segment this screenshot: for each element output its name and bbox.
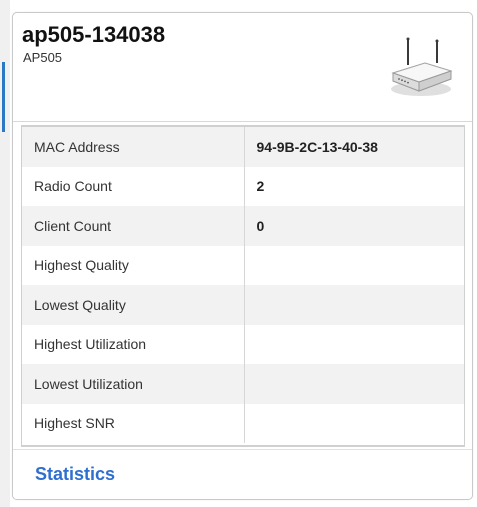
row-value: 94-9B-2C-13-40-38 (244, 127, 464, 167)
row-value (244, 403, 464, 443)
row-value: 0 (244, 206, 464, 246)
row-label: Highest Utilization (22, 324, 245, 364)
row-label: Lowest Utilization (22, 364, 245, 404)
left-panel-edge (0, 0, 10, 507)
card-header: ap505-134038 AP505 (13, 13, 472, 122)
row-label: Client Count (22, 206, 245, 246)
window-frame: ap505-134038 AP505 MAC Address 94-9B-2C-… (0, 0, 477, 507)
device-model: AP505 (23, 50, 63, 65)
row-value (244, 364, 464, 404)
table-row: Highest Utilization (22, 324, 464, 364)
row-value (244, 324, 464, 364)
wireless-router-icon (391, 37, 453, 96)
device-name: ap505-134038 (22, 22, 166, 47)
row-value (244, 285, 464, 325)
row-label: Radio Count (22, 166, 245, 206)
table-row: Client Count 0 (22, 206, 464, 246)
row-value: 2 (244, 166, 464, 206)
table-row: Radio Count 2 (22, 166, 464, 206)
table-row: Lowest Quality (22, 285, 464, 325)
statistics-link[interactable]: Statistics (35, 464, 115, 485)
row-label: Highest Quality (22, 245, 245, 285)
row-label: Highest SNR (22, 403, 245, 443)
row-value (244, 245, 464, 285)
table-row: MAC Address 94-9B-2C-13-40-38 (22, 127, 464, 167)
card-footer: Statistics (13, 449, 472, 499)
row-label: MAC Address (22, 127, 245, 167)
left-selection-marker (2, 62, 5, 132)
table-row: Highest SNR (22, 403, 464, 443)
table-row: Lowest Utilization (22, 364, 464, 404)
device-details-card: ap505-134038 AP505 MAC Address 94-9B-2C-… (12, 12, 473, 500)
table-row: Highest Quality (22, 245, 464, 285)
row-label: Lowest Quality (22, 285, 245, 325)
device-details-table: MAC Address 94-9B-2C-13-40-38 Radio Count 2… (21, 125, 465, 447)
